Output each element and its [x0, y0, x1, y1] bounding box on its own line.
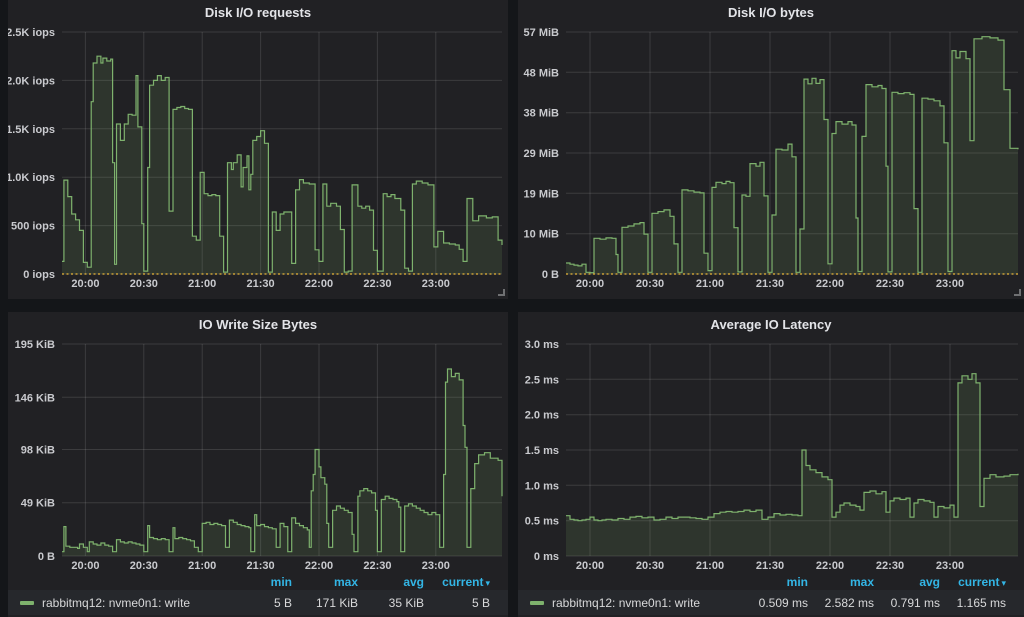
y-tick-label: 10 MiB — [524, 229, 560, 241]
y-tick-label: 195 KiB — [15, 339, 55, 351]
y-tick-label: 0 B — [542, 269, 559, 281]
y-tick-label: 1.0 ms — [525, 480, 559, 492]
chart-canvas[interactable]: 0 B 49 KiB 98 KiB 146 KiB 195 KiB 20:00 20:30 2… — [8, 336, 508, 573]
legend-header-min[interactable]: min — [742, 575, 808, 589]
x-tick-label: 21:00 — [696, 278, 724, 290]
panel-io-write-size-bytes: IO Write Size Bytes 0 B 49 KiB 98 KiB 146 K… — [8, 312, 508, 617]
legend-value-avg: 35 KiB — [358, 596, 424, 610]
x-tick-label: 20:00 — [71, 278, 99, 290]
legend-swatch-icon — [20, 601, 34, 605]
y-tick-label: 1.5K iops — [8, 124, 55, 136]
legend: minmaxavgcurrent▾rabbitmq12: nvme0n1: wr… — [8, 573, 508, 615]
legend-row: rabbitmq12: nvme0n1: write5 B171 KiB35 K… — [8, 590, 508, 615]
legend-header-current[interactable]: current▾ — [424, 575, 490, 589]
y-tick-label: 3.0 ms — [525, 339, 559, 351]
y-tick-label: 2.0K iops — [8, 75, 55, 87]
y-tick-label: 146 KiB — [15, 392, 55, 404]
panel-disk-io-bytes: Disk I/O bytes 0 B 10 MiB 19 MiB 29 MiB 38 M… — [518, 0, 1024, 299]
x-tick-label: 23:00 — [422, 560, 450, 572]
y-tick-label: 0.5 ms — [525, 516, 559, 528]
x-tick-label: 20:30 — [130, 278, 158, 290]
x-tick-label: 22:00 — [816, 560, 844, 572]
x-tick-label: 22:00 — [305, 278, 333, 290]
legend-value-max: 2.582 ms — [808, 596, 874, 610]
legend-series-name[interactable]: rabbitmq12: nvme0n1: write — [552, 596, 742, 610]
chart-canvas[interactable]: 0 ms 0.5 ms 1.0 ms 1.5 ms 2.0 ms 2.5 ms 3.0 ms… — [518, 336, 1024, 573]
x-tick-label: 23:00 — [936, 278, 964, 290]
x-tick-label: 20:00 — [576, 560, 604, 572]
x-tick-label: 23:00 — [422, 278, 450, 290]
y-tick-label: 49 KiB — [21, 498, 55, 510]
y-tick-label: 19 MiB — [524, 188, 560, 200]
y-tick-label: 1.0K iops — [8, 172, 55, 184]
y-tick-label: 98 KiB — [21, 445, 55, 457]
panel-title[interactable]: Disk I/O bytes — [518, 0, 1024, 24]
legend-swatch-icon — [530, 601, 544, 605]
x-tick-label: 21:30 — [247, 278, 275, 290]
chart-svg[interactable]: 0 B 10 MiB 19 MiB 29 MiB 38 MiB 48 MiB 57 MiB 2… — [518, 24, 1024, 291]
panel-resize-handle[interactable] — [498, 289, 505, 296]
y-tick-label: 1.5 ms — [525, 445, 559, 457]
y-tick-label: 0 B — [38, 551, 55, 563]
legend-value-avg: 0.791 ms — [874, 596, 940, 610]
x-tick-label: 21:30 — [756, 560, 784, 572]
y-tick-label: 2.0 ms — [525, 410, 559, 422]
legend-value-min: 0.509 ms — [742, 596, 808, 610]
y-tick-label: 57 MiB — [524, 27, 560, 39]
legend-header-max[interactable]: max — [292, 575, 358, 589]
legend-row: rabbitmq12: nvme0n1: write0.509 ms2.582 … — [518, 590, 1024, 615]
chart-svg[interactable]: 0 ms 0.5 ms 1.0 ms 1.5 ms 2.0 ms 2.5 ms 3.0 ms… — [518, 336, 1024, 573]
legend-header-avg[interactable]: avg — [358, 575, 424, 589]
legend-header-row: minmaxavgcurrent▾ — [8, 573, 508, 590]
legend: minmaxavgcurrent▾rabbitmq12: nvme0n1: wr… — [518, 573, 1024, 615]
x-tick-label: 22:30 — [876, 278, 904, 290]
chart-canvas[interactable]: 0 iops 500 iops 1.0K iops 1.5K iops 2.0K iop… — [8, 24, 508, 291]
x-tick-label: 21:30 — [756, 278, 784, 290]
x-tick-label: 20:00 — [71, 560, 99, 572]
legend-header-current[interactable]: current▾ — [940, 575, 1006, 589]
panel-disk-io-requests: Disk I/O requests 0 iops 500 iops 1.0K iop… — [8, 0, 508, 299]
x-tick-label: 20:30 — [636, 560, 664, 572]
x-tick-label: 21:30 — [247, 560, 275, 572]
legend-value-current: 5 B — [424, 596, 490, 610]
chart-canvas[interactable]: 0 B 10 MiB 19 MiB 29 MiB 38 MiB 48 MiB 57 MiB 2… — [518, 24, 1024, 291]
legend-value-max: 171 KiB — [292, 596, 358, 610]
panel-title[interactable]: Average IO Latency — [518, 312, 1024, 336]
legend-series-name[interactable]: rabbitmq12: nvme0n1: write — [42, 596, 226, 610]
legend-value-current: 1.165 ms — [940, 596, 1006, 610]
legend-header-max[interactable]: max — [808, 575, 874, 589]
x-tick-label: 20:30 — [130, 560, 158, 572]
sort-caret-icon: ▾ — [485, 578, 490, 588]
x-tick-label: 20:00 — [576, 278, 604, 290]
x-tick-label: 22:30 — [876, 560, 904, 572]
panel-title[interactable]: IO Write Size Bytes — [8, 312, 508, 336]
y-tick-label: 48 MiB — [524, 67, 560, 79]
x-tick-label: 23:00 — [936, 560, 964, 572]
x-tick-label: 22:30 — [363, 560, 391, 572]
x-tick-label: 22:30 — [363, 278, 391, 290]
x-tick-label: 20:30 — [636, 278, 664, 290]
y-tick-label: 29 MiB — [524, 148, 560, 160]
chart-svg[interactable]: 0 iops 500 iops 1.0K iops 1.5K iops 2.0K iop… — [8, 24, 508, 291]
legend-header-row: minmaxavgcurrent▾ — [518, 573, 1024, 590]
x-tick-label: 22:00 — [305, 560, 333, 572]
panel-resize-handle[interactable] — [1014, 289, 1021, 296]
x-tick-label: 21:00 — [696, 560, 724, 572]
panel-title[interactable]: Disk I/O requests — [8, 0, 508, 24]
legend-value-min: 5 B — [226, 596, 292, 610]
y-tick-label: 2.5 ms — [525, 374, 559, 386]
x-tick-label: 22:00 — [816, 278, 844, 290]
y-tick-label: 38 MiB — [524, 108, 560, 120]
panel-average-io-latency: Average IO Latency 0 ms 0.5 ms 1.0 ms 1.5 m… — [518, 312, 1024, 617]
y-tick-label: 0 iops — [23, 269, 55, 281]
chart-svg[interactable]: 0 B 49 KiB 98 KiB 146 KiB 195 KiB 20:00 20:30 2… — [8, 336, 508, 573]
legend-header-min[interactable]: min — [226, 575, 292, 589]
y-tick-label: 0 ms — [534, 551, 559, 563]
x-tick-label: 21:00 — [188, 278, 216, 290]
y-tick-label: 500 iops — [11, 221, 55, 233]
legend-header-avg[interactable]: avg — [874, 575, 940, 589]
x-tick-label: 21:00 — [188, 560, 216, 572]
y-tick-label: 2.5K iops — [8, 27, 55, 39]
sort-caret-icon: ▾ — [1001, 578, 1006, 588]
